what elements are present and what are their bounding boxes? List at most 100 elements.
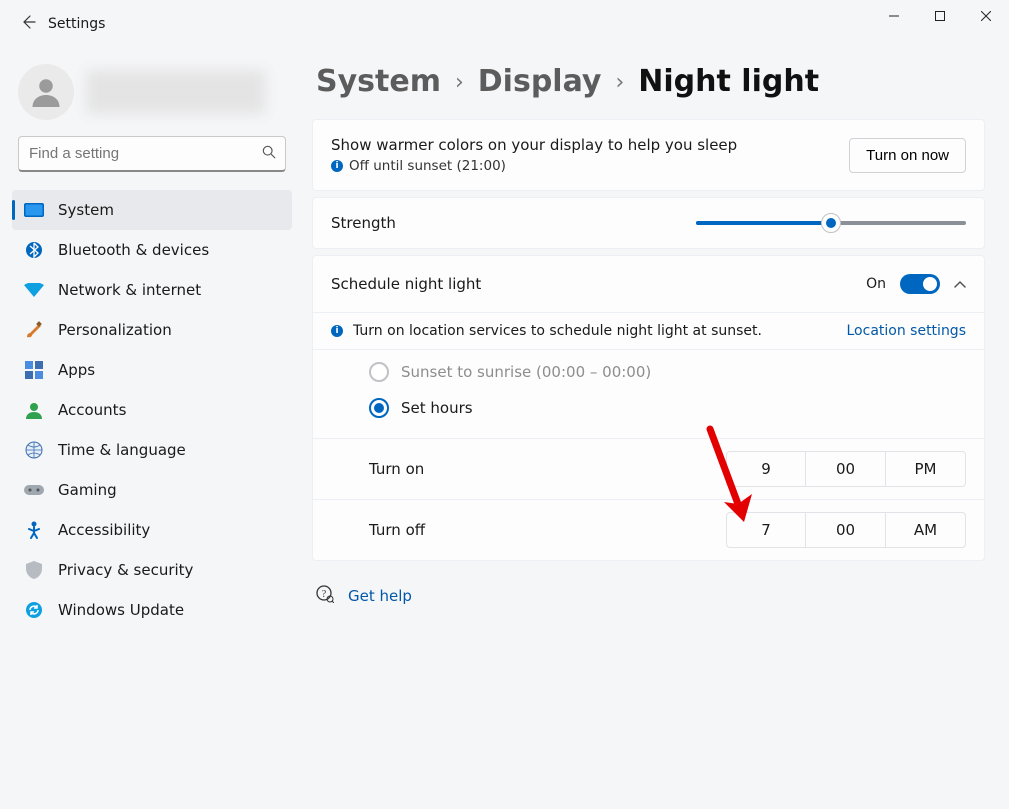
strength-label: Strength: [331, 214, 680, 232]
schedule-toggle[interactable]: [900, 274, 940, 294]
strength-card: Strength: [312, 197, 985, 249]
minimize-button[interactable]: [871, 0, 917, 32]
sidebar: System Bluetooth & devices Network & int…: [0, 48, 300, 809]
schedule-label: Schedule night light: [331, 275, 852, 293]
turn-on-minute[interactable]: 00: [806, 451, 886, 487]
radio-sunset-row[interactable]: Sunset to sunrise (00:00 – 00:00): [313, 350, 984, 394]
search-icon: [262, 145, 276, 163]
back-arrow-icon: [20, 14, 36, 30]
close-icon: [981, 11, 991, 21]
nav-label: Bluetooth & devices: [58, 241, 209, 259]
brush-icon: [24, 320, 44, 340]
nav-label: Network & internet: [58, 281, 201, 299]
nav-item-personalization[interactable]: Personalization: [12, 310, 292, 350]
turn-off-label: Turn off: [369, 521, 726, 539]
shield-icon: [24, 560, 44, 580]
nightlight-headline: Show warmer colors on your display to he…: [331, 136, 833, 154]
nav-item-privacy[interactable]: Privacy & security: [12, 550, 292, 590]
nav-label: Time & language: [58, 441, 186, 459]
nightlight-status-card: Show warmer colors on your display to he…: [312, 119, 985, 191]
location-settings-link[interactable]: Location settings: [847, 323, 967, 339]
nav-item-gaming[interactable]: Gaming: [12, 470, 292, 510]
breadcrumb-current: Night light: [638, 64, 819, 99]
schedule-card: Schedule night light On i Turn on locati…: [312, 255, 985, 561]
account-icon: [24, 400, 44, 420]
slider-fill: [696, 221, 831, 225]
chevron-up-icon: [954, 276, 966, 292]
breadcrumb: System › Display › Night light: [312, 60, 985, 119]
radio-sethours[interactable]: [369, 398, 389, 418]
nav-label: Windows Update: [58, 601, 184, 619]
nav-label: Personalization: [58, 321, 172, 339]
user-box[interactable]: [12, 56, 292, 136]
accessibility-icon: [24, 520, 44, 540]
nav-label: System: [58, 201, 114, 219]
gamepad-icon: [24, 480, 44, 500]
turn-on-time-row: Turn on 9 00 PM: [313, 438, 984, 499]
main-panel: System › Display › Night light Show warm…: [300, 48, 1009, 809]
turn-on-label: Turn on: [369, 460, 726, 478]
nav-item-accessibility[interactable]: Accessibility: [12, 510, 292, 550]
system-icon: [24, 200, 44, 220]
get-help-row: ? Get help: [312, 567, 985, 625]
search-box[interactable]: [18, 136, 286, 172]
turn-off-time-row: Turn off 7 00 AM: [313, 499, 984, 560]
radio-sunset-label: Sunset to sunrise (00:00 – 00:00): [401, 363, 651, 381]
location-hint-text: Turn on location services to schedule ni…: [353, 323, 837, 339]
nav-label: Gaming: [58, 481, 117, 499]
nav-label: Apps: [58, 361, 95, 379]
titlebar: Settings: [0, 0, 1009, 48]
close-button[interactable]: [963, 0, 1009, 32]
nav-list: System Bluetooth & devices Network & int…: [12, 190, 292, 630]
nav-label: Privacy & security: [58, 561, 193, 579]
back-button[interactable]: [8, 14, 48, 34]
search-input[interactable]: [18, 136, 286, 172]
window-controls: [871, 0, 1009, 32]
nav-label: Accounts: [58, 401, 126, 419]
info-icon: i: [331, 160, 343, 172]
location-warning: i Turn on location services to schedule …: [313, 312, 984, 349]
maximize-icon: [935, 11, 945, 21]
radio-sethours-label: Set hours: [401, 399, 473, 417]
app-title: Settings: [48, 16, 105, 32]
schedule-state-text: On: [866, 276, 886, 292]
wifi-icon: [24, 280, 44, 300]
nav-item-time[interactable]: Time & language: [12, 430, 292, 470]
help-icon: ?: [316, 585, 334, 607]
update-icon: [24, 600, 44, 620]
turn-off-hour[interactable]: 7: [726, 512, 806, 548]
turn-off-time-picker[interactable]: 7 00 AM: [726, 512, 966, 548]
chevron-right-icon: ›: [615, 70, 624, 95]
nav-item-apps[interactable]: Apps: [12, 350, 292, 390]
nav-item-network[interactable]: Network & internet: [12, 270, 292, 310]
breadcrumb-display[interactable]: Display: [478, 64, 602, 99]
nav-item-system[interactable]: System: [12, 190, 292, 230]
person-icon: [28, 74, 64, 110]
turn-off-ampm[interactable]: AM: [886, 512, 966, 548]
strength-slider[interactable]: [696, 214, 966, 232]
turn-on-ampm[interactable]: PM: [886, 451, 966, 487]
get-help-link[interactable]: Get help: [348, 587, 412, 605]
radio-sunset: [369, 362, 389, 382]
nav-label: Accessibility: [58, 521, 150, 539]
slider-thumb[interactable]: [821, 213, 841, 233]
user-name-redacted: [86, 70, 266, 114]
schedule-header[interactable]: Schedule night light On: [313, 256, 984, 312]
nightlight-status: Off until sunset (21:00): [349, 158, 506, 174]
turn-on-time-picker[interactable]: 9 00 PM: [726, 451, 966, 487]
minimize-icon: [889, 11, 899, 21]
chevron-right-icon: ›: [455, 70, 464, 95]
svg-text:?: ?: [322, 589, 327, 600]
nav-item-accounts[interactable]: Accounts: [12, 390, 292, 430]
bluetooth-icon: [24, 240, 44, 260]
turn-on-now-button[interactable]: Turn on now: [849, 138, 966, 173]
turn-off-minute[interactable]: 00: [806, 512, 886, 548]
nav-item-bluetooth[interactable]: Bluetooth & devices: [12, 230, 292, 270]
clock-globe-icon: [24, 440, 44, 460]
apps-icon: [24, 360, 44, 380]
turn-on-hour[interactable]: 9: [726, 451, 806, 487]
radio-sethours-row[interactable]: Set hours: [313, 394, 984, 438]
nav-item-update[interactable]: Windows Update: [12, 590, 292, 630]
breadcrumb-system[interactable]: System: [316, 64, 441, 99]
maximize-button[interactable]: [917, 0, 963, 32]
